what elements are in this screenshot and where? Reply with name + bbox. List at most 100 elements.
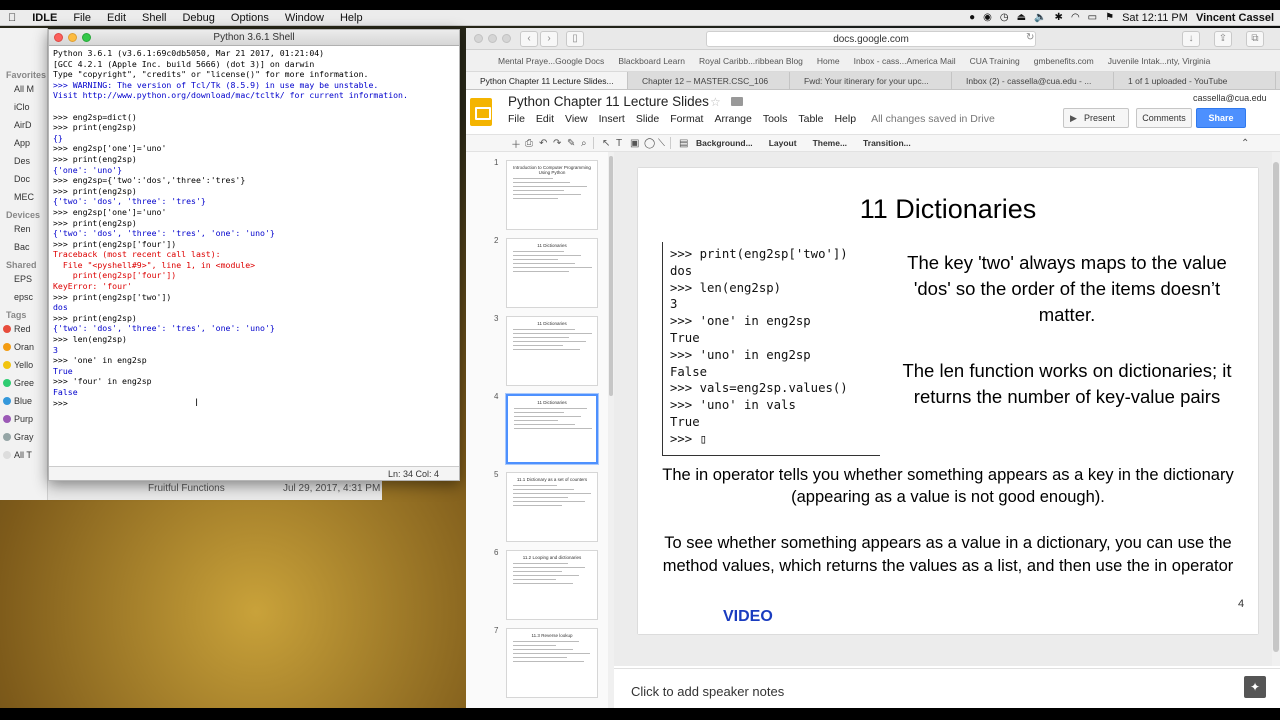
flag-icon[interactable]: ⚑ [1105, 12, 1114, 23]
explore-icon[interactable]: ✦ [1244, 676, 1266, 698]
slide-thumbnail[interactable]: 11.3 Reverse lookup [506, 628, 598, 698]
docs-menu-item[interactable]: Edit [536, 113, 554, 125]
share-button[interactable]: Share [1196, 108, 1246, 128]
bookmark-item[interactable]: gmbenefits.com [1034, 56, 1094, 66]
account-email[interactable]: cassella@cua.edu [1193, 93, 1267, 103]
apple-icon[interactable]:  [0, 12, 24, 24]
video-link[interactable]: VIDEO [723, 608, 773, 626]
browser-tab[interactable]: Inbox (2) - cassella@cua.edu - ... [952, 72, 1114, 89]
slide-thumbnail[interactable]: 11.2 Looping and dictionaries [506, 550, 598, 620]
close-icon[interactable] [54, 33, 63, 42]
browser-tab[interactable]: 1 of 1 uploaded - YouTube [1114, 72, 1276, 89]
present-button[interactable]: Present [1063, 108, 1129, 128]
print-icon[interactable]: ⎙ [520, 138, 534, 149]
image-icon[interactable]: ▣ [625, 138, 639, 149]
finder-tag[interactable]: All T [0, 446, 47, 464]
docs-menu-item[interactable]: Tools [763, 113, 788, 125]
download-icon[interactable]: ↓ [1182, 31, 1200, 47]
canvas-scrollbar[interactable] [1272, 152, 1280, 666]
collapse-icon[interactable]: ⌃ [1236, 138, 1250, 149]
menubar-clock[interactable]: Sat 12:11 PM [1122, 12, 1188, 24]
browser-tab[interactable]: Fwd: Your itinerary for your upc... [790, 72, 952, 89]
slide-thumbnail[interactable]: 11 Dictionaries [506, 316, 598, 386]
docs-menu-item[interactable]: Slide [636, 113, 659, 125]
finder-item[interactable]: epsc [0, 288, 47, 306]
menu-edit[interactable]: Edit [99, 12, 134, 24]
undo-icon[interactable]: ↶ [534, 138, 548, 149]
minimize-icon[interactable] [488, 34, 497, 43]
layout-button[interactable]: Layout [761, 138, 805, 148]
finder-tag[interactable]: Purp [0, 410, 47, 428]
slide-thumbnail[interactable]: Introduction to Computer Programming Usi… [506, 160, 598, 230]
textbox-icon[interactable]: T [611, 138, 625, 149]
record-icon[interactable]: ◉ [983, 12, 992, 23]
wifi-icon[interactable]: ◠ [1071, 12, 1080, 23]
finder-tag[interactable]: Gree [0, 374, 47, 392]
finder-tag[interactable]: Oran [0, 338, 47, 356]
close-icon[interactable] [474, 34, 483, 43]
back-icon[interactable]: ‹ [520, 31, 538, 47]
slide-text-in-operator[interactable]: The in operator tells you whether someth… [650, 464, 1246, 508]
current-slide[interactable]: 11 Dictionaries >>> print(eng2sp['two'])… [638, 168, 1258, 634]
paint-format-icon[interactable]: ✎ [562, 138, 576, 149]
speaker-notes[interactable]: Click to add speaker notes [614, 668, 1280, 708]
forward-icon[interactable]: › [540, 31, 558, 47]
menu-options[interactable]: Options [223, 12, 277, 24]
new-slide-icon[interactable]: ＋ [506, 136, 521, 151]
slides-logo-icon[interactable] [470, 98, 492, 126]
volume-icon[interactable]: 🔈 [1034, 12, 1046, 23]
menubar-user[interactable]: Vincent Cassel [1196, 12, 1274, 24]
bookmark-item[interactable]: CUA Training [970, 56, 1020, 66]
tabs-icon[interactable]: ⧉ [1246, 31, 1264, 47]
bookmark-item[interactable]: Royal Caribb...ribbean Blog [699, 56, 803, 66]
transition-button[interactable]: Transition... [855, 138, 919, 148]
zoom-icon[interactable] [502, 34, 511, 43]
minimize-icon[interactable] [68, 33, 77, 42]
bookmark-item[interactable]: Inbox - cass...America Mail [854, 56, 956, 66]
bookmark-item[interactable]: Mental Praye...Google Docs [498, 56, 604, 66]
slide-text-len[interactable]: The len function works on dictionaries; … [890, 358, 1244, 410]
finder-item[interactable]: iClo [0, 98, 47, 116]
bookmark-item[interactable]: Blackboard Learn [618, 56, 685, 66]
menu-shell[interactable]: Shell [134, 12, 174, 24]
battery-icon[interactable]: ▭ [1088, 12, 1097, 23]
finder-item[interactable]: Ren [0, 220, 47, 238]
status-icon[interactable]: ● [969, 12, 975, 23]
docs-menu-item[interactable]: Arrange [714, 113, 751, 125]
finder-item[interactable]: MEC [0, 188, 47, 206]
finder-file-row[interactable]: Fruitful Functions Jul 29, 2017, 4:31 PM [48, 478, 382, 500]
docs-menu-item[interactable]: Format [670, 113, 703, 125]
idle-titlebar[interactable]: Python 3.6.1 Shell [49, 30, 459, 46]
menu-file[interactable]: File [65, 12, 99, 24]
redo-icon[interactable]: ↷ [548, 138, 562, 149]
slide-text-values[interactable]: To see whether something appears as a va… [650, 532, 1246, 577]
reload-icon[interactable]: ↻ [1026, 32, 1034, 43]
comment-icon[interactable]: ▤ [674, 138, 688, 149]
menu-window[interactable]: Window [277, 12, 332, 24]
finder-item[interactable]: Bac [0, 238, 47, 256]
zoom-icon[interactable] [82, 33, 91, 42]
slide-code-box[interactable]: >>> print(eng2sp['two']) dos >>> len(eng2s… [662, 242, 880, 456]
docs-menu-item[interactable]: Insert [599, 113, 625, 125]
slide-thumbnail[interactable]: 11 Dictionaries [506, 394, 598, 464]
slide-thumbnail[interactable]: 11 Dictionaries [506, 238, 598, 308]
browser-tab[interactable]: Chapter 12 – MASTER.CSC_106 [628, 72, 790, 89]
finder-item[interactable]: All M [0, 80, 47, 98]
document-title[interactable]: Python Chapter 11 Lecture Slides [508, 94, 709, 109]
finder-item[interactable]: App [0, 134, 47, 152]
bookmark-item[interactable]: Home [817, 56, 840, 66]
bluetooth-icon[interactable]: ✱ [1055, 12, 1063, 23]
menu-idle[interactable]: IDLE [24, 12, 65, 24]
line-icon[interactable]: ⟍ [653, 138, 667, 149]
select-icon[interactable]: ↖ [597, 138, 611, 149]
slide-thumbnail[interactable]: 11.1 Dictionary as a set of counters [506, 472, 598, 542]
comments-button[interactable]: Comments [1136, 108, 1192, 128]
folder-icon[interactable] [731, 97, 743, 106]
browser-tab[interactable]: Python Chapter 11 Lecture Slides... [466, 72, 628, 89]
finder-tag[interactable]: Gray [0, 428, 47, 446]
docs-menu-item[interactable]: Table [798, 113, 823, 125]
background-button[interactable]: Background... [688, 138, 761, 148]
eject-icon[interactable]: ⏏ [1017, 12, 1026, 23]
slide-title[interactable]: 11 Dictionaries [638, 194, 1258, 225]
finder-item[interactable]: Doc [0, 170, 47, 188]
